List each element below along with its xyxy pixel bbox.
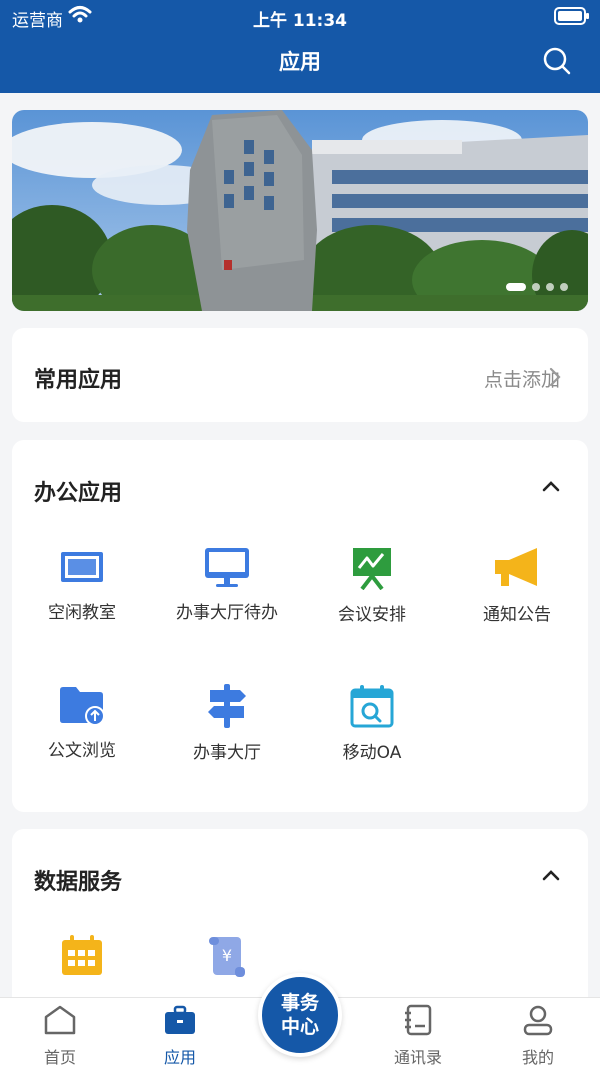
tab-label: 首页: [43, 1048, 76, 1067]
carousel-dot[interactable]: [532, 283, 540, 291]
chevron-right-icon[interactable]: [548, 366, 562, 388]
search-icon[interactable]: [542, 46, 572, 76]
svg-text:¥: ¥: [222, 946, 232, 965]
tab-contacts[interactable]: 通讯录: [378, 1004, 458, 1067]
app-meeting[interactable]: 会议安排: [302, 546, 442, 625]
calendar-grid-icon: [62, 935, 102, 975]
battery-icon: [554, 7, 589, 25]
chevron-up-icon[interactable]: [542, 480, 560, 492]
contacts-book-icon: [405, 1004, 432, 1036]
data-service-title: 数据服务: [34, 870, 123, 895]
home-icon: [44, 1005, 76, 1035]
office-apps-card: 办公应用 空闲教室 办事大厅待办 会议安排 通知公告 公文浏览 办事大厅 移动O…: [12, 440, 588, 812]
affairs-center-line1: 事务: [280, 992, 319, 1014]
app-label: 会议安排: [338, 605, 406, 625]
user-icon: [523, 1005, 553, 1036]
monitor-icon: [205, 548, 249, 587]
status-bar: 运营商 上午 11:34: [0, 0, 600, 34]
app-free-classroom[interactable]: 空闲教室: [12, 546, 152, 623]
common-apps-card[interactable]: 常用应用 点击添加: [12, 328, 588, 422]
signpost-icon: [208, 684, 246, 728]
megaphone-icon: [495, 548, 537, 586]
tab-home[interactable]: 首页: [20, 1004, 100, 1067]
app-label: 通知公告: [483, 605, 551, 625]
common-apps-title: 常用应用: [34, 368, 123, 393]
carousel-dot[interactable]: [506, 283, 526, 291]
data-app-calendar[interactable]: [12, 935, 152, 977]
calendar-search-icon: [350, 685, 394, 728]
status-time: 上午 11:34: [252, 11, 348, 31]
page-title: 应用: [279, 50, 321, 74]
app-mobile-oa[interactable]: 移动OA: [302, 684, 442, 763]
carousel-dots: [506, 283, 568, 291]
meeting-board-icon: [353, 548, 391, 590]
data-app-finance[interactable]: ¥: [157, 935, 297, 979]
app-notice[interactable]: 通知公告: [447, 546, 587, 625]
tab-label: 通讯录: [393, 1048, 442, 1067]
app-label: 移动OA: [342, 743, 402, 763]
app-label: 办事大厅待办: [176, 603, 278, 623]
app-hall-todo[interactable]: 办事大厅待办: [157, 546, 297, 623]
app-document-browse[interactable]: 公文浏览: [12, 684, 152, 761]
chevron-up-icon[interactable]: [542, 869, 560, 881]
app-label: 办事大厅: [193, 743, 261, 763]
tab-label: 应用: [163, 1048, 196, 1067]
app-header: 运营商 上午 11:34 应用: [0, 0, 600, 93]
carousel-dot[interactable]: [546, 283, 554, 291]
banner-carousel[interactable]: [12, 110, 588, 311]
affairs-center-button[interactable]: 事务 中心: [258, 973, 342, 1057]
yuan-receipt-icon: ¥: [209, 937, 245, 977]
campus-photo: [12, 110, 588, 311]
briefcase-icon: [165, 1005, 195, 1034]
affairs-center-line2: 中心: [280, 1016, 319, 1038]
folder-upload-icon: [60, 687, 105, 726]
app-label: 空闲教室: [48, 603, 116, 623]
office-apps-title: 办公应用: [34, 481, 123, 506]
carousel-dot[interactable]: [560, 283, 568, 291]
tab-label: 我的: [521, 1048, 554, 1067]
tab-mine[interactable]: 我的: [498, 1004, 578, 1067]
tab-apps[interactable]: 应用: [140, 1004, 220, 1067]
app-label: 公文浏览: [48, 741, 116, 761]
app-service-hall[interactable]: 办事大厅: [157, 684, 297, 763]
classroom-screen-icon: [61, 552, 103, 582]
